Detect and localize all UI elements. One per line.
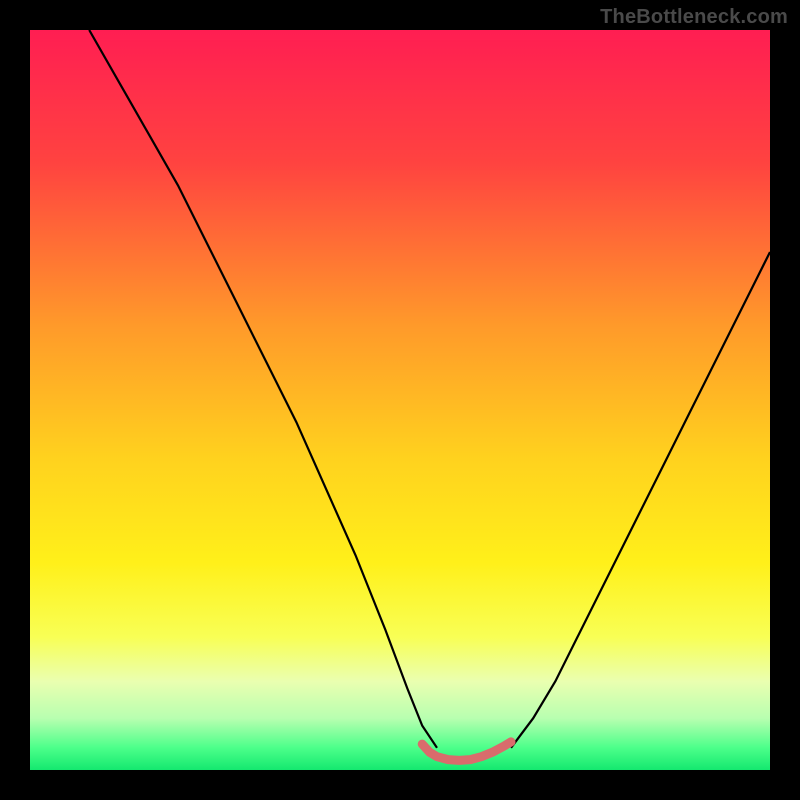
gradient-curve-chart: [30, 30, 770, 770]
plot-area: [30, 30, 770, 770]
gradient-background: [30, 30, 770, 770]
watermark-text: TheBottleneck.com: [600, 6, 788, 29]
chart-frame: TheBottleneck.com: [0, 0, 800, 800]
